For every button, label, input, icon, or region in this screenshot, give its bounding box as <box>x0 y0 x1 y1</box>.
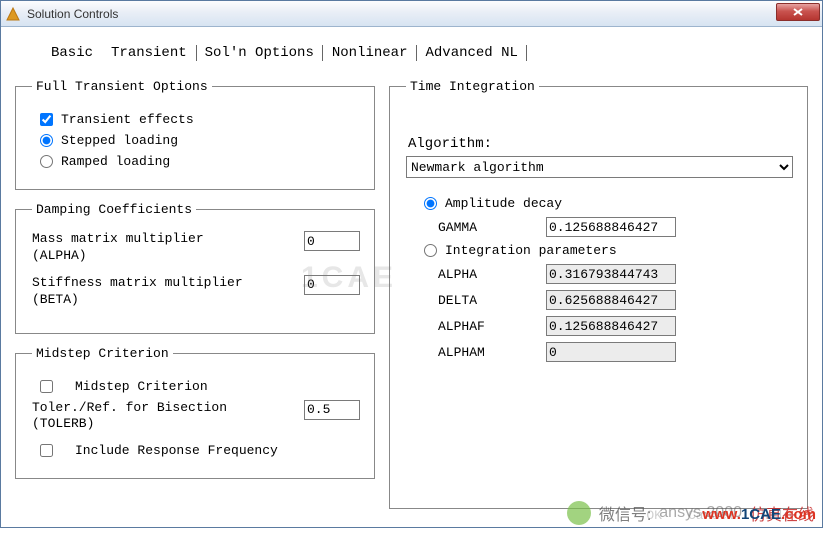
tolerb-label: Toler./Ref. for Bisection (TOLERB) <box>32 400 227 434</box>
beta-mult-label: Stiffness matrix multiplier (BETA) <box>32 275 243 309</box>
beta-mult-input[interactable] <box>304 275 360 295</box>
dialog-content: Basic Transient Sol'n Options Nonlinear … <box>1 27 822 533</box>
alphaf-label: ALPHAF <box>438 319 546 334</box>
alpham-label: ALPHAM <box>438 345 546 360</box>
midstep-legend: Midstep Criterion <box>32 346 173 361</box>
dialog-window: Solution Controls Basic Transient Sol'n … <box>0 0 823 528</box>
time-integration-legend: Time Integration <box>406 79 539 94</box>
alpham-input <box>546 342 676 362</box>
midstep-criterion-label: Midstep Criterion <box>75 379 208 394</box>
window-title: Solution Controls <box>27 7 118 21</box>
transient-effects-checkbox[interactable] <box>40 113 53 126</box>
help-button[interactable]: Help <box>761 508 792 523</box>
gamma-label: GAMMA <box>438 220 546 235</box>
delta-label: DELTA <box>438 293 546 308</box>
tab-transient[interactable]: Transient <box>105 43 193 65</box>
delta-input <box>546 290 676 310</box>
alpha-input <box>546 264 676 284</box>
midstep-group: Midstep Criterion Midstep Criterion Tole… <box>15 346 375 480</box>
ramped-loading-radio[interactable] <box>40 155 53 168</box>
midstep-criterion-checkbox[interactable] <box>40 380 53 393</box>
footer-buttons: OK Cancel Help <box>646 508 792 523</box>
integration-params-label: Integration parameters <box>445 243 617 258</box>
tab-soln-options[interactable]: Sol'n Options <box>199 43 320 65</box>
stepped-loading-label: Stepped loading <box>61 133 178 148</box>
damping-legend: Damping Coefficients <box>32 202 196 217</box>
alphaf-input <box>546 316 676 336</box>
include-response-label: Include Response Frequency <box>75 443 278 458</box>
include-response-checkbox[interactable] <box>40 444 53 457</box>
tab-nonlinear[interactable]: Nonlinear <box>326 43 414 65</box>
cancel-button[interactable]: Cancel <box>688 508 735 523</box>
full-transient-group: Full Transient Options Transient effects… <box>15 79 375 190</box>
ramped-loading-label: Ramped loading <box>61 154 170 169</box>
titlebar: Solution Controls <box>1 1 822 27</box>
algorithm-label: Algorithm: <box>408 136 793 152</box>
alpha-mult-label: Mass matrix multiplier (ALPHA) <box>32 231 204 265</box>
ok-button[interactable]: OK <box>646 508 662 523</box>
close-button[interactable] <box>776 3 820 21</box>
app-icon <box>5 6 21 22</box>
stepped-loading-radio[interactable] <box>40 134 53 147</box>
alpha-label: ALPHA <box>438 267 546 282</box>
integration-params-radio[interactable] <box>424 244 437 257</box>
amplitude-decay-radio[interactable] <box>424 197 437 210</box>
gamma-input[interactable] <box>546 217 676 237</box>
alpha-mult-input[interactable] <box>304 231 360 251</box>
transient-effects-label: Transient effects <box>61 112 194 127</box>
algorithm-select[interactable]: Newmark algorithm <box>406 156 793 178</box>
tab-basic[interactable]: Basic <box>45 43 99 65</box>
time-integration-group: Time Integration Algorithm: Newmark algo… <box>389 79 808 509</box>
damping-group: Damping Coefficients Mass matrix multipl… <box>15 202 375 334</box>
amplitude-decay-label: Amplitude decay <box>445 196 562 211</box>
tab-advanced-nl[interactable]: Advanced NL <box>419 43 523 65</box>
tolerb-input[interactable] <box>304 400 360 420</box>
tab-bar: Basic Transient Sol'n Options Nonlinear … <box>45 43 808 65</box>
full-transient-legend: Full Transient Options <box>32 79 212 94</box>
